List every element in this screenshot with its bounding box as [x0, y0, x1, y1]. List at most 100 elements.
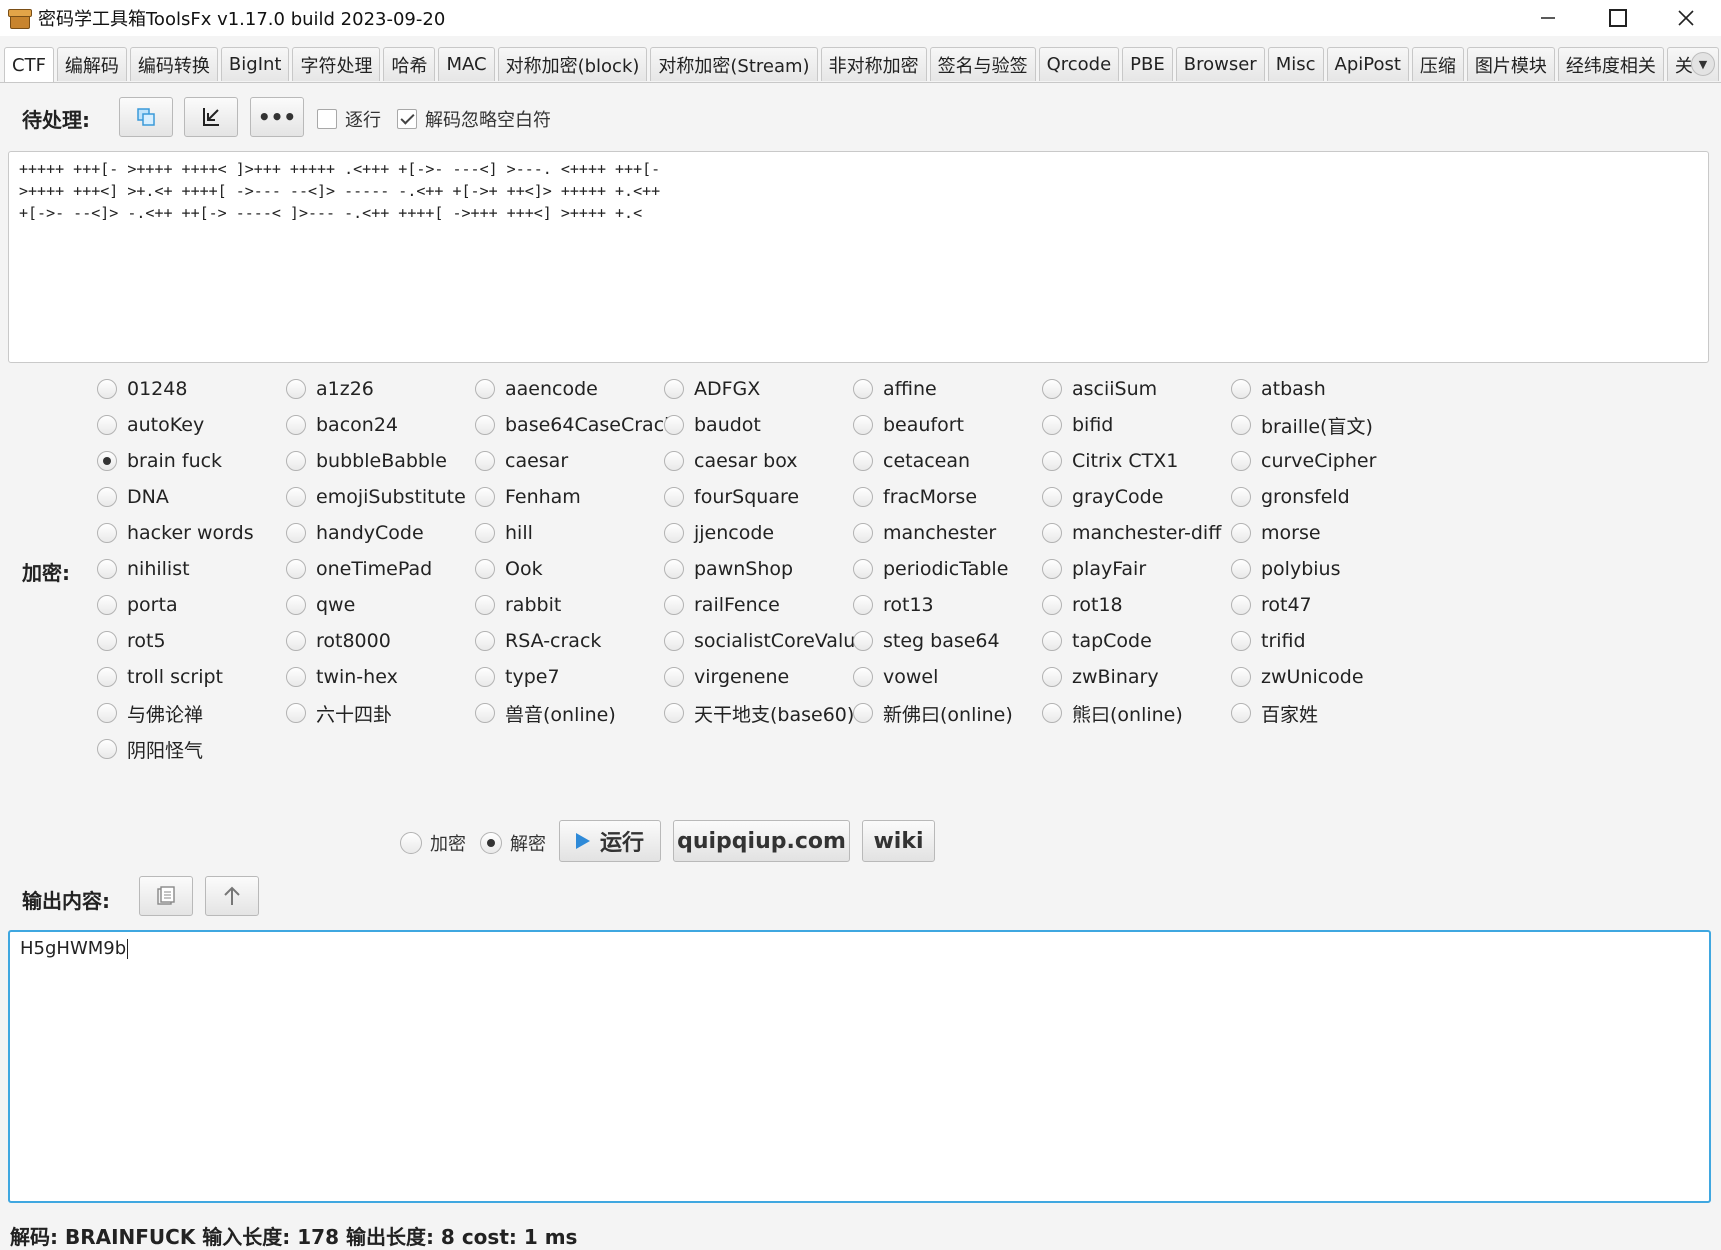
ignore-whitespace-checkbox-box[interactable] — [397, 109, 417, 129]
radio-circle[interactable] — [475, 415, 495, 435]
algorithm-radio-bifid[interactable]: bifid — [1042, 407, 1231, 443]
radio-circle[interactable] — [853, 631, 873, 651]
radio-circle[interactable] — [97, 595, 117, 615]
radio-circle[interactable] — [664, 415, 684, 435]
algorithm-radio-socialistcorevalue[interactable]: socialistCoreValue — [664, 623, 867, 659]
algorithm-radio-baudot[interactable]: baudot — [664, 407, 853, 443]
radio-circle[interactable] — [1042, 415, 1062, 435]
algorithm-radio-manchester[interactable]: manchester — [853, 515, 1042, 551]
tab-字符处理[interactable]: 字符处理 — [292, 47, 381, 81]
radio-circle[interactable] — [286, 487, 306, 507]
radio-circle[interactable] — [97, 667, 117, 687]
move-output-up-button[interactable] — [205, 876, 259, 916]
radio-circle[interactable] — [475, 487, 495, 507]
algorithm-radio-与佛论禅[interactable]: 与佛论禅 — [97, 695, 286, 731]
algorithm-radio-gronsfeld[interactable]: gronsfeld — [1231, 479, 1420, 515]
radio-circle[interactable] — [1042, 451, 1062, 471]
radio-circle[interactable] — [286, 415, 306, 435]
tab-哈希[interactable]: 哈希 — [383, 47, 436, 81]
algorithm-radio-handycode[interactable]: handyCode — [286, 515, 475, 551]
tab-bigint[interactable]: BigInt — [220, 47, 290, 81]
algorithm-radio-adfgx[interactable]: ADFGX — [664, 371, 853, 407]
radio-circle[interactable] — [1042, 703, 1062, 723]
algorithm-radio-天干地支-base60-[interactable]: 天干地支(base60) — [664, 695, 854, 731]
radio-circle[interactable] — [1231, 703, 1251, 723]
algorithm-radio-bacon24[interactable]: bacon24 — [286, 407, 475, 443]
radio-circle[interactable] — [853, 523, 873, 543]
radio-circle[interactable] — [664, 595, 684, 615]
radio-circle[interactable] — [853, 379, 873, 399]
radio-circle[interactable] — [664, 703, 684, 723]
radio-circle[interactable] — [853, 667, 873, 687]
algorithm-radio-tapcode[interactable]: tapCode — [1042, 623, 1231, 659]
algorithm-radio-dna[interactable]: DNA — [97, 479, 286, 515]
radio-circle[interactable] — [1042, 631, 1062, 651]
tab-apipost[interactable]: ApiPost — [1326, 47, 1409, 81]
algorithm-radio-vowel[interactable]: vowel — [853, 659, 1042, 695]
step-line-checkbox-box[interactable] — [317, 109, 337, 129]
more-options-button[interactable]: ••• — [250, 97, 304, 137]
radio-circle[interactable] — [853, 487, 873, 507]
output-textarea[interactable]: H5gHWM9b — [8, 930, 1711, 1203]
import-button[interactable] — [184, 97, 238, 137]
radio-circle[interactable] — [97, 739, 117, 759]
algorithm-radio-01248[interactable]: 01248 — [97, 371, 286, 407]
algorithm-radio-graycode[interactable]: grayCode — [1042, 479, 1231, 515]
radio-circle[interactable] — [1231, 487, 1251, 507]
algorithm-radio-rot8000[interactable]: rot8000 — [286, 623, 475, 659]
radio-circle[interactable] — [286, 667, 306, 687]
radio-circle[interactable] — [1042, 487, 1062, 507]
radio-circle[interactable] — [1042, 379, 1062, 399]
algorithm-radio-playfair[interactable]: playFair — [1042, 551, 1231, 587]
tab-mac[interactable]: MAC — [438, 47, 495, 81]
encrypt-mode-radio[interactable]: 加密 — [400, 830, 466, 856]
radio-circle[interactable] — [475, 667, 495, 687]
algorithm-radio-affine[interactable]: affine — [853, 371, 1042, 407]
radio-circle[interactable] — [853, 595, 873, 615]
radio-circle[interactable] — [1231, 667, 1251, 687]
radio-circle[interactable] — [664, 451, 684, 471]
radio-circle[interactable] — [1231, 631, 1251, 651]
algorithm-radio-morse[interactable]: morse — [1231, 515, 1420, 551]
algorithm-radio-curvecipher[interactable]: curveCipher — [1231, 443, 1420, 479]
algorithm-radio-asciisum[interactable]: asciiSum — [1042, 371, 1231, 407]
algorithm-radio-六十四卦[interactable]: 六十四卦 — [286, 695, 475, 731]
paste-button[interactable] — [119, 97, 173, 137]
algorithm-radio-qwe[interactable]: qwe — [286, 587, 475, 623]
radio-circle[interactable] — [853, 559, 873, 579]
tab-签名与验签[interactable]: 签名与验签 — [929, 47, 1036, 81]
tab-overflow-dropdown-icon[interactable]: ▼ — [1691, 52, 1715, 76]
radio-circle[interactable] — [853, 451, 873, 471]
radio-circle[interactable] — [286, 559, 306, 579]
radio-circle[interactable] — [97, 451, 117, 471]
input-textarea[interactable]: +++++ +++[- >++++ ++++< ]>+++ +++++ .<++… — [8, 151, 1709, 363]
radio-circle[interactable] — [286, 631, 306, 651]
algorithm-radio-brain-fuck[interactable]: brain fuck — [97, 443, 286, 479]
radio-circle[interactable] — [1231, 523, 1251, 543]
radio-circle[interactable] — [97, 379, 117, 399]
tab-对称加密-stream-[interactable]: 对称加密(Stream) — [650, 47, 818, 81]
algorithm-radio-twin-hex[interactable]: twin-hex — [286, 659, 475, 695]
algorithm-radio-virgenene[interactable]: virgenene — [664, 659, 853, 695]
algorithm-radio-porta[interactable]: porta — [97, 587, 286, 623]
algorithm-radio-troll-script[interactable]: troll script — [97, 659, 286, 695]
algorithm-radio-periodictable[interactable]: periodicTable — [853, 551, 1042, 587]
radio-circle[interactable] — [475, 595, 495, 615]
algorithm-radio-beaufort[interactable]: beaufort — [853, 407, 1042, 443]
algorithm-radio-caesar-box[interactable]: caesar box — [664, 443, 853, 479]
encrypt-mode-radio-circle[interactable] — [400, 832, 422, 854]
radio-circle[interactable] — [664, 523, 684, 543]
algorithm-radio-cetacean[interactable]: cetacean — [853, 443, 1042, 479]
radio-circle[interactable] — [1231, 451, 1251, 471]
radio-circle[interactable] — [286, 595, 306, 615]
radio-circle[interactable] — [475, 703, 495, 723]
radio-circle[interactable] — [1042, 523, 1062, 543]
radio-circle[interactable] — [664, 379, 684, 399]
algorithm-radio-manchester-diff[interactable]: manchester-diff — [1042, 515, 1231, 551]
algorithm-radio-steg-base64[interactable]: steg base64 — [853, 623, 1042, 659]
wiki-button[interactable]: wiki — [862, 820, 935, 862]
radio-circle[interactable] — [475, 451, 495, 471]
radio-circle[interactable] — [97, 631, 117, 651]
tab-经纬度相关[interactable]: 经纬度相关 — [1557, 47, 1664, 81]
radio-circle[interactable] — [97, 415, 117, 435]
